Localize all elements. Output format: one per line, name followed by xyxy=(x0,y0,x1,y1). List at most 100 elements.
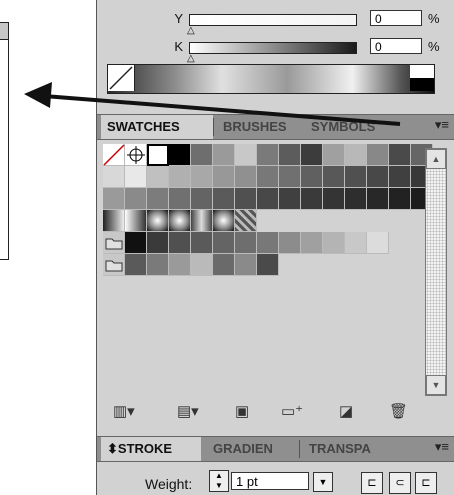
swatch[interactable] xyxy=(213,232,235,254)
swatch[interactable] xyxy=(191,166,213,188)
swatch[interactable] xyxy=(345,188,367,210)
k-slider-thumb-icon[interactable]: △ xyxy=(187,53,195,64)
swatch[interactable] xyxy=(169,188,191,210)
swatch[interactable] xyxy=(323,232,345,254)
tab-stroke[interactable]: ⬍STROKE xyxy=(101,437,201,461)
weight-dropdown-icon[interactable]: ▼ xyxy=(313,472,333,492)
swatch[interactable] xyxy=(257,232,279,254)
swatch[interactable] xyxy=(345,144,367,166)
swatch[interactable] xyxy=(191,188,213,210)
swatch[interactable] xyxy=(125,166,147,188)
swatch[interactable] xyxy=(169,254,191,276)
tab-gradient[interactable]: GRADIEN xyxy=(207,437,299,461)
radial-gradient-swatch[interactable] xyxy=(147,210,169,232)
swatch[interactable] xyxy=(235,166,257,188)
y-slider-track[interactable] xyxy=(189,14,357,26)
weight-input[interactable]: 1 pt xyxy=(231,472,309,490)
weight-stepper[interactable]: ▲ ▼ xyxy=(209,470,229,492)
swatch[interactable] xyxy=(147,188,169,210)
swatch[interactable] xyxy=(367,166,389,188)
pattern-swatch[interactable] xyxy=(235,210,257,232)
butt-cap-icon[interactable]: ⊏ xyxy=(361,472,383,494)
swatch[interactable] xyxy=(235,254,257,276)
color-group-folder-icon[interactable] xyxy=(103,232,125,254)
color-spectrum-bar[interactable] xyxy=(107,64,435,94)
round-cap-icon[interactable]: ⊂ xyxy=(389,472,411,494)
gradient-swatch[interactable] xyxy=(191,210,213,232)
radial-gradient-swatch[interactable] xyxy=(169,210,191,232)
tab-brushes[interactable]: BRUSHES xyxy=(217,115,305,139)
swatch[interactable] xyxy=(213,144,235,166)
swatch[interactable] xyxy=(389,144,411,166)
swatch[interactable] xyxy=(323,166,345,188)
swatch[interactable] xyxy=(125,254,147,276)
swatch[interactable] xyxy=(301,144,323,166)
swatch-scrollbar[interactable]: ▲ ▼ xyxy=(425,148,447,396)
swatch[interactable] xyxy=(235,232,257,254)
k-value-input[interactable]: 0 xyxy=(370,38,422,54)
swatch[interactable] xyxy=(367,188,389,210)
swatch[interactable] xyxy=(301,232,323,254)
tab-transparency[interactable]: TRANSPA xyxy=(303,437,395,461)
swatch[interactable] xyxy=(235,144,257,166)
swatch[interactable] xyxy=(235,188,257,210)
swatch[interactable] xyxy=(147,232,169,254)
y-value-input[interactable]: 0 xyxy=(370,10,422,26)
color-group-folder-icon[interactable] xyxy=(103,254,125,276)
panel-menu-icon[interactable]: ▾≡ xyxy=(435,117,449,133)
swatch[interactable] xyxy=(213,166,235,188)
swatch[interactable] xyxy=(389,188,411,210)
swatch[interactable] xyxy=(213,188,235,210)
swatch[interactable] xyxy=(257,166,279,188)
swatch[interactable] xyxy=(279,232,301,254)
swatch[interactable] xyxy=(345,232,367,254)
swatch[interactable] xyxy=(345,166,367,188)
scroll-down-icon[interactable]: ▼ xyxy=(426,375,446,395)
swatch[interactable] xyxy=(191,254,213,276)
swatch[interactable] xyxy=(125,188,147,210)
swatch[interactable] xyxy=(279,166,301,188)
none-color-icon[interactable] xyxy=(108,65,135,91)
swatch[interactable] xyxy=(103,166,125,188)
tab-swatches[interactable]: SWATCHES xyxy=(101,115,213,139)
swatch-options-icon[interactable]: ▣ xyxy=(235,402,249,420)
swatch[interactable] xyxy=(301,188,323,210)
swatch[interactable] xyxy=(147,166,169,188)
swatch[interactable] xyxy=(367,232,389,254)
swatch[interactable] xyxy=(301,166,323,188)
new-swatch-icon[interactable]: ◪ xyxy=(339,402,353,420)
swatch[interactable] xyxy=(279,144,301,166)
new-color-group-icon[interactable]: ▭⁺ xyxy=(281,402,303,420)
radial-gradient-swatch[interactable] xyxy=(213,210,235,232)
tab-symbols[interactable]: SYMBOLS xyxy=(305,115,395,139)
black-white-swatch[interactable] xyxy=(410,65,434,91)
show-swatch-kinds-icon[interactable]: ▤▾ xyxy=(177,402,199,420)
gradient-swatch[interactable] xyxy=(103,210,125,232)
swatch[interactable] xyxy=(191,144,213,166)
swatch[interactable] xyxy=(389,166,411,188)
swatch[interactable] xyxy=(323,144,345,166)
swatch[interactable] xyxy=(169,166,191,188)
projecting-cap-icon[interactable]: ⊏ xyxy=(415,472,437,494)
y-slider-thumb-icon[interactable]: △ xyxy=(187,25,195,36)
swatch[interactable] xyxy=(323,188,345,210)
scroll-up-icon[interactable]: ▲ xyxy=(426,149,446,169)
gradient-swatch[interactable] xyxy=(125,210,147,232)
swatch[interactable] xyxy=(103,188,125,210)
swatch[interactable] xyxy=(257,144,279,166)
swatch[interactable] xyxy=(257,188,279,210)
swatch[interactable] xyxy=(257,254,279,276)
swatch[interactable] xyxy=(169,232,191,254)
swatch[interactable] xyxy=(147,254,169,276)
none-swatch[interactable] xyxy=(103,144,125,166)
registration-swatch[interactable] xyxy=(125,144,147,166)
swatch-libraries-icon[interactable]: ▥▾ xyxy=(113,402,135,420)
delete-swatch-icon[interactable]: 🗑 xyxy=(389,402,408,420)
swatch[interactable] xyxy=(169,144,191,166)
swatch[interactable] xyxy=(367,144,389,166)
swatch[interactable] xyxy=(191,232,213,254)
white-swatch[interactable] xyxy=(147,144,169,166)
swatch[interactable] xyxy=(279,188,301,210)
stroke-panel-menu-icon[interactable]: ▾≡ xyxy=(435,439,449,455)
swatch[interactable] xyxy=(213,254,235,276)
